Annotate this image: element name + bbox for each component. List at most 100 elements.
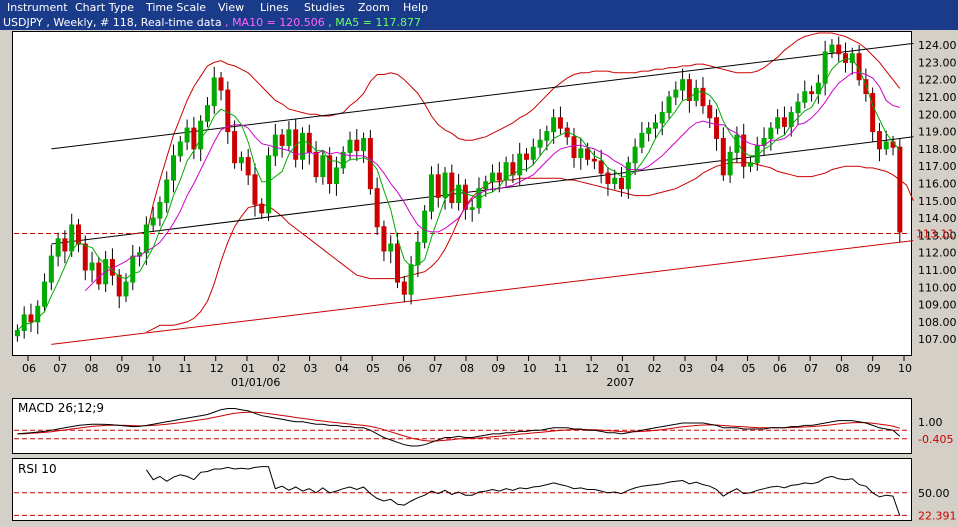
price-tick-label: 119.00 xyxy=(918,126,957,139)
candle xyxy=(449,164,455,209)
candle xyxy=(320,149,326,185)
candle xyxy=(578,137,584,170)
time-tick-label: 07 xyxy=(53,362,67,375)
candle-body xyxy=(130,255,136,283)
candle xyxy=(28,303,34,333)
time-tick-label: 10 xyxy=(898,362,912,375)
candle xyxy=(109,248,115,286)
candle-body xyxy=(720,138,726,176)
candle-body xyxy=(843,53,849,63)
candle-body xyxy=(523,153,529,160)
candle-body xyxy=(530,146,536,160)
candle-body xyxy=(367,138,373,190)
candle-body xyxy=(571,136,577,159)
candle xyxy=(211,66,217,114)
candle-body xyxy=(442,172,448,198)
candle-body xyxy=(238,157,244,164)
candle-body xyxy=(659,112,665,124)
candle-body xyxy=(693,87,699,101)
candle-body xyxy=(469,207,475,210)
candle-body xyxy=(143,224,149,254)
candle xyxy=(279,129,285,158)
candle-body xyxy=(747,162,753,167)
candle xyxy=(14,324,20,342)
date-label: 2007 xyxy=(606,376,634,389)
macd-title: MACD 26;12;9 xyxy=(18,401,105,415)
candle-body xyxy=(42,281,48,307)
candle xyxy=(720,127,726,181)
candle xyxy=(96,257,102,290)
candle-body xyxy=(55,238,61,257)
candle-body xyxy=(829,44,835,53)
rsi-line xyxy=(145,466,901,516)
time-tick-label: 01 xyxy=(616,362,630,375)
candle xyxy=(843,42,849,73)
candle-body xyxy=(218,77,224,91)
macd-tick-label: 1.00 xyxy=(918,416,943,429)
candle xyxy=(374,177,380,235)
price-tick-label: 109.00 xyxy=(918,299,957,312)
candle-body xyxy=(171,155,177,181)
candle xyxy=(829,39,835,59)
time-tick-label: 09 xyxy=(867,362,881,375)
candle-body xyxy=(82,243,88,271)
candle-body xyxy=(48,255,54,283)
candle-body xyxy=(184,127,190,143)
time-tick-label: 01 xyxy=(241,362,255,375)
candle xyxy=(870,87,876,142)
candle-body xyxy=(639,132,645,148)
time-tick-label: 08 xyxy=(460,362,474,375)
candle-body xyxy=(795,101,801,114)
candle xyxy=(75,218,81,253)
candle xyxy=(62,230,68,264)
price-tick-label: 123.00 xyxy=(918,56,957,69)
candle-body xyxy=(96,262,102,285)
time-tick-label: 11 xyxy=(178,362,192,375)
candle-body xyxy=(232,131,238,164)
candle-body xyxy=(313,151,319,178)
price-tick-label: 116.00 xyxy=(918,177,957,190)
candle xyxy=(415,231,421,278)
candle-body xyxy=(707,105,713,119)
candle-body xyxy=(245,157,251,176)
candle xyxy=(89,251,95,283)
candle xyxy=(130,244,136,291)
candle-body xyxy=(700,87,706,107)
candle-body xyxy=(327,155,333,184)
candle xyxy=(727,146,733,183)
candle xyxy=(652,114,658,139)
current-price-label: 113.11 xyxy=(916,227,955,240)
price-tick-label: 111.00 xyxy=(918,264,957,277)
candle-body xyxy=(619,177,625,190)
candle-body xyxy=(89,262,95,271)
candle-body xyxy=(714,117,720,140)
candle xyxy=(761,127,767,156)
candle xyxy=(82,235,88,281)
candle xyxy=(204,97,210,128)
candle-body xyxy=(612,177,618,184)
candle-body xyxy=(680,79,686,91)
candle xyxy=(55,232,61,267)
candle-body xyxy=(435,174,441,198)
candle-body xyxy=(28,314,34,323)
candle xyxy=(286,121,292,152)
price-tick-label: 110.00 xyxy=(918,281,957,294)
candle xyxy=(680,68,686,101)
price-tick-label: 124.00 xyxy=(918,39,957,52)
price-tick-label: 114.00 xyxy=(918,212,957,225)
candle-body xyxy=(775,117,781,129)
candle xyxy=(272,123,278,167)
candle xyxy=(822,40,828,96)
candle-body xyxy=(802,91,808,103)
candle-body xyxy=(809,91,815,95)
candle-body xyxy=(191,127,197,150)
rsi-tick-label: 22.391 xyxy=(918,509,957,522)
candle-body xyxy=(123,281,129,297)
candle xyxy=(666,90,672,119)
candle xyxy=(299,127,305,170)
time-tick-label: 09 xyxy=(116,362,130,375)
candle-body xyxy=(62,238,68,252)
macd-tick-label: -0.405 xyxy=(918,433,953,446)
candle xyxy=(252,163,258,217)
time-tick-label: 08 xyxy=(835,362,849,375)
